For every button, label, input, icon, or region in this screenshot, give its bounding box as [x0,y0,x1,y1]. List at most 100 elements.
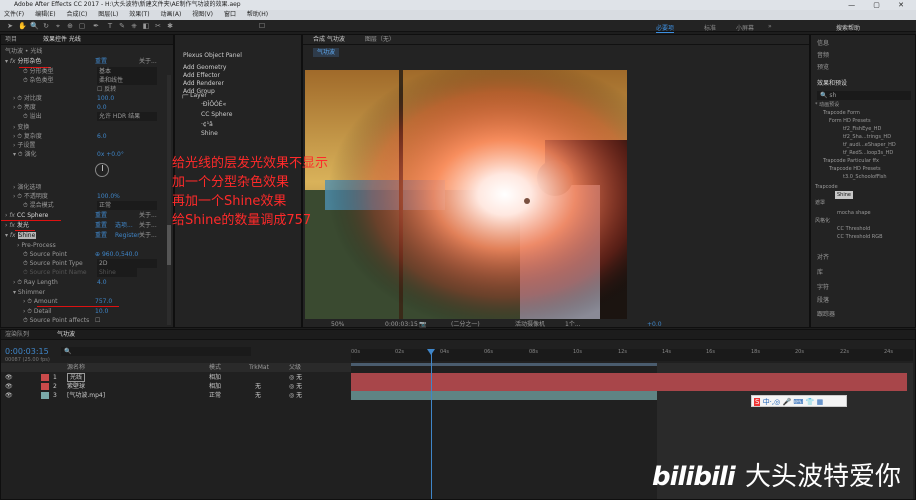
viewer-subtab[interactable]: 气功波 [313,48,340,57]
prop-sub-settings[interactable]: › 子设置 [13,141,35,150]
workspace-menu-icon[interactable]: » [768,23,772,30]
tree-item[interactable]: tf_audi...eShaper_HD [843,141,896,149]
resolution-select[interactable]: (二分之一) [451,320,480,329]
workspace-standard[interactable]: 标准 [704,23,716,32]
prop-transform[interactable]: › 变换 [13,123,29,132]
roto-tool-icon[interactable]: ✂ [154,22,162,30]
tree-item[interactable]: tf_RedS...loop3s_HD [843,149,893,157]
layer-bar-2[interactable] [351,382,907,391]
add-effector-button[interactable]: Add Effector [183,72,220,80]
timeline-timecode[interactable]: 0:00:03:15 [5,347,49,356]
brush-tool-icon[interactable]: ✎ [118,22,126,30]
menu-help[interactable]: 帮助(H) [247,11,268,18]
camera-tool-icon[interactable]: ⌖ [54,22,62,30]
tree-item[interactable]: mocha shape [837,209,871,217]
prop-shimmer[interactable]: ▾ Shimmer [13,288,45,297]
panel-align[interactable]: 对齐 [817,253,829,262]
work-area-bar[interactable] [351,363,657,366]
selection-tool-icon[interactable]: ➤ [6,22,14,30]
layer-bar-1[interactable] [351,373,907,382]
add-geometry-button[interactable]: Add Geometry [183,64,226,72]
viewer-canvas[interactable] [305,70,627,319]
panel-effects-presets[interactable]: 效果和预设 [817,79,847,88]
panel-character[interactable]: 字符 [817,283,829,292]
tree-item[interactable]: 风格化 [815,217,830,225]
camera-select[interactable]: 活动摄像机 [515,320,545,329]
menu-view[interactable]: 视图(V) [192,11,213,18]
effects-search-input[interactable]: 🔍 sh [817,91,911,100]
effect-shine[interactable]: ▾ fx Shine 重置 Register 关于... [5,231,173,240]
prop-source-point[interactable]: ⏱ Source Point ⊕ 960.0,540.0 [23,250,173,259]
snap-icon[interactable]: ☐ [258,22,266,30]
prop-ray-length[interactable]: › ⏱ Ray Length 4.0 [13,278,163,287]
prop-detail[interactable]: › ⏱ Detail 10.0 [23,307,173,316]
ime-toolbar[interactable]: S 中·,◎ 🎤 ⌨ 👕 ▦ [751,395,847,407]
exposure-value[interactable]: +0.0 [647,320,662,329]
prop-evolution[interactable]: ▾ ⏱ 演化 0x +0.0° [13,150,163,159]
menu-effect[interactable]: 效果(T) [129,11,149,18]
zoom-tool-icon[interactable]: 🔍 [30,22,39,30]
panel-paragraph[interactable]: 段落 [817,296,829,305]
evolution-dial[interactable] [95,163,109,177]
tree-item[interactable]: Trapcode [815,183,838,191]
tree-item[interactable]: Trapcode Form [823,109,860,117]
prop-source-point-type[interactable]: ⏱ Source Point Type 2D [23,259,173,268]
pen-tool-icon[interactable]: ✒ [92,22,100,30]
panel-preview[interactable]: 预览 [817,63,829,72]
prop-brightness[interactable]: › ⏱ 亮度 0.0 [13,103,163,112]
prop-noise-type[interactable]: ⏱ 杂色类型 柔和线性 [23,76,173,85]
effect-cc-sphere[interactable]: › fx CC Sphere 重置 关于... [5,211,173,220]
prop-source-point-affects[interactable]: ⏱ Source Point affects ☐ [23,316,173,325]
tree-item[interactable]: Form HD Presets [829,117,871,125]
tab-layer[interactable]: 图层（无） [365,36,395,43]
plexus-tree-root[interactable]: ┌─ Layer [181,91,207,100]
reset-fractal[interactable]: 重置 [95,57,107,66]
tab-effect-controls[interactable]: 效果控件 光线 [43,36,81,43]
scrollbar[interactable] [167,75,171,325]
time-ruler[interactable]: 00s 02s 04s 06s 08s 10s 12s 14s 16s 18s … [351,349,913,361]
tab-project[interactable]: 项目 [5,36,17,43]
viewer-timecode[interactable]: 0:00:03:15 [385,320,418,329]
menu-animation[interactable]: 动画(A) [161,11,182,18]
tree-item[interactable]: CC Threshold [837,225,870,233]
menu-edit[interactable]: 编辑(E) [35,11,55,18]
menu-composition[interactable]: 合成(C) [66,11,87,18]
panel-audio[interactable]: 音频 [817,51,829,60]
fractal-type-select[interactable]: 基本 [97,67,157,76]
zoom-select[interactable]: 50% [331,320,344,329]
add-renderer-button[interactable]: Add Renderer [183,80,224,88]
stamp-tool-icon[interactable]: ⎈ [130,22,138,30]
prop-amount[interactable]: › ⏱ Amount 757.0 [23,297,173,306]
panel-info[interactable]: 信息 [817,39,829,48]
noise-type-select[interactable]: 柔和线性 [97,76,157,85]
shape-tool-icon[interactable]: ▢ [78,22,86,30]
tree-item[interactable]: t3.0_SchoolofFish [843,173,887,181]
snapshot-icon[interactable]: 📷 [419,320,426,329]
text-tool-icon[interactable]: T [106,22,114,30]
prop-evolution-options[interactable]: › 演化选项 [13,183,41,192]
views-select[interactable]: 1个... [565,320,581,329]
tree-item[interactable]: 遮罩 [815,199,825,207]
window-controls[interactable]: — ▢ ✕ [848,0,912,10]
table-row[interactable]: 👁 3 [气功波.mp4] 正常 无 ◎ 无 [1,391,351,400]
tree-item[interactable]: Trapcode HD Presets [829,165,881,173]
menu-file[interactable]: 文件(F) [4,11,24,18]
panel-library[interactable]: 库 [817,268,823,277]
search-help[interactable]: 搜索帮助 [836,23,860,32]
prop-fractal-type[interactable]: ⏱ 分形类型 基本 [23,67,173,76]
prop-opacity[interactable]: › ⏱ 不透明度 100.0% [13,192,163,201]
tree-item[interactable]: Trapcode Particular ffx [823,157,879,165]
table-row[interactable]: 👁 1 光线 相加 ◎ 无 [1,373,351,382]
eraser-tool-icon[interactable]: ◧ [142,22,150,30]
menu-window[interactable]: 窗口 [224,11,236,18]
prop-blend-mode[interactable]: ⏱ 混合模式 正常 [23,201,173,210]
plexus-tree-item[interactable]: ·ÐÎÔÓÉ« [201,100,226,109]
puppet-tool-icon[interactable]: ✱ [166,22,174,30]
shine-pre-process[interactable]: › Pre-Process [17,241,56,250]
workspace-default[interactable]: 必要项 [656,23,675,33]
pan-behind-tool-icon[interactable]: ⊕ [66,22,74,30]
table-row[interactable]: 👁 2 紫壁球 相加 无 ◎ 无 [1,382,351,391]
prop-complexity[interactable]: › ⏱ 复杂度 6.0 [13,132,163,141]
effect-fractal-noise[interactable]: ▾ fx 分形杂色 重置 关于... [5,57,173,66]
plexus-tree-item[interactable]: CC Sphere [201,110,232,119]
